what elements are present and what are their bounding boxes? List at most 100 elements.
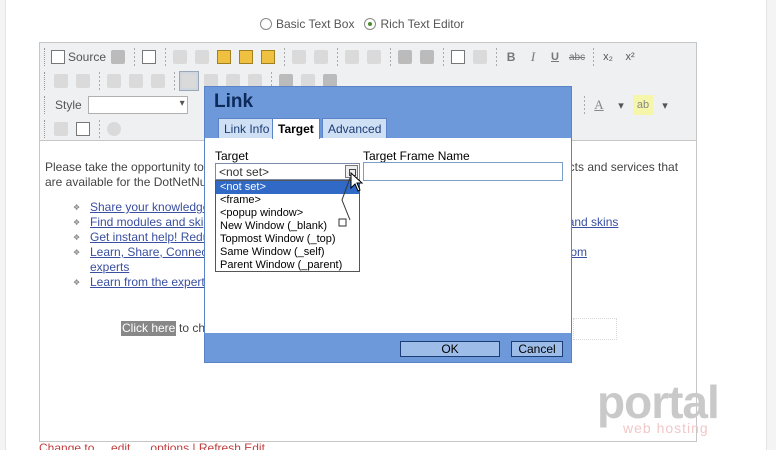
ok-button[interactable]: OK <box>400 341 500 357</box>
toolbar-separator <box>337 48 339 66</box>
dropdown-option[interactable]: Topmost Window (_top) <box>216 233 359 246</box>
paste-word-button[interactable] <box>258 47 278 67</box>
source-icon <box>51 50 65 64</box>
about-button[interactable] <box>104 119 124 139</box>
paste-text-button[interactable] <box>236 47 256 67</box>
dropdown-option[interactable]: Parent Window (_parent) <box>216 259 359 272</box>
print-button[interactable] <box>289 47 309 67</box>
quote-icon <box>151 74 165 88</box>
tab-link-info[interactable]: Link Info <box>218 118 276 138</box>
list-link[interactable]: Find modules and ski <box>90 215 203 229</box>
editor-options-links[interactable]: Change to ... edit .... options | Refres… <box>39 441 265 450</box>
undo-icon <box>345 50 360 64</box>
outdent-icon <box>107 74 121 88</box>
strikethrough-button[interactable]: abc <box>567 47 587 67</box>
click-here-link[interactable]: Click here <box>121 321 177 336</box>
redo-icon <box>367 50 382 64</box>
toolbar-grip <box>44 72 47 90</box>
italic-button[interactable]: I <box>523 47 543 67</box>
toolbar-separator <box>99 72 100 90</box>
font-color-dropdown-icon[interactable]: ▾ <box>611 95 631 115</box>
dropdown-option[interactable]: Same Window (_self) <box>216 246 359 259</box>
find-icon <box>398 50 413 64</box>
cut-icon <box>173 50 188 64</box>
paste-word-icon <box>261 50 276 64</box>
list-link[interactable]: Get instant help! Redu <box>90 230 209 244</box>
watermark-tagline: web hosting <box>623 420 709 436</box>
numbered-list-button[interactable] <box>51 71 71 91</box>
target-frame-label: Target Frame Name <box>363 149 470 163</box>
basic-text-label[interactable]: Basic Text Box <box>276 17 354 31</box>
bulleted-list-button[interactable] <box>73 71 93 91</box>
tab-advanced[interactable]: Advanced <box>322 118 388 138</box>
spellcheck-button[interactable] <box>311 47 331 67</box>
superscript-button[interactable]: x² <box>620 47 640 67</box>
rich-text-radio[interactable] <box>364 18 377 30</box>
rich-text-label[interactable]: Rich Text Editor <box>380 17 464 31</box>
style-select[interactable] <box>87 96 188 114</box>
underline-button[interactable]: U <box>545 47 565 67</box>
find-button[interactable] <box>395 47 415 67</box>
basic-text-radio[interactable] <box>260 18 272 30</box>
font-color-button[interactable]: A <box>589 95 609 115</box>
link-dialog: Link Link Info Target Advanced Target Ta… <box>204 86 572 363</box>
align-left-icon <box>182 74 196 88</box>
undo-button[interactable] <box>342 47 362 67</box>
templates-button[interactable] <box>139 47 159 67</box>
replace-button[interactable] <box>417 47 437 67</box>
cut-button[interactable] <box>170 47 190 67</box>
intro-text-end: ucts and services that <box>562 160 679 174</box>
maximize-button[interactable] <box>51 119 71 139</box>
paste-button[interactable] <box>214 47 234 67</box>
toolbar-row-4 <box>44 117 126 141</box>
bulleted-list-icon <box>76 74 90 88</box>
watermark-brand: portal <box>597 376 720 428</box>
background-color-dropdown-icon[interactable]: ▾ <box>655 95 675 115</box>
toolbar-separator <box>390 48 392 66</box>
source-button[interactable]: Source <box>51 47 106 67</box>
target-frame-input[interactable] <box>363 162 563 181</box>
outdent-button[interactable] <box>104 71 124 91</box>
portal-watermark: portal web hosting <box>597 376 747 442</box>
select-all-button[interactable] <box>448 47 468 67</box>
background-color-button[interactable]: ab <box>633 95 653 115</box>
list-link[interactable]: experts <box>90 260 129 274</box>
list-link[interactable]: Learn from the experts <box>90 275 211 289</box>
align-left-button[interactable] <box>179 71 199 91</box>
spellcheck-icon <box>314 50 329 64</box>
replace-icon <box>420 50 435 64</box>
toolbar-separator <box>584 96 585 114</box>
numbered-list-icon <box>54 74 68 88</box>
preview-button[interactable] <box>108 47 128 67</box>
toolbar-separator <box>443 48 445 66</box>
toolbar-grip <box>44 120 47 138</box>
blockquote-button[interactable] <box>148 71 168 91</box>
preview-icon <box>111 50 126 64</box>
redo-button[interactable] <box>364 47 384 67</box>
style-label: Style <box>55 98 82 112</box>
show-blocks-button[interactable] <box>73 119 93 139</box>
toolbar-separator <box>496 48 498 66</box>
cancel-button[interactable]: Cancel <box>511 341 563 357</box>
bold-button[interactable]: B <box>501 47 521 67</box>
help-icon <box>107 122 121 136</box>
list-link[interactable]: Share your knowledge <box>90 200 209 214</box>
eraser-icon <box>473 50 488 64</box>
remove-format-button[interactable] <box>470 47 490 67</box>
toolbar-grip <box>44 48 47 66</box>
placeholder-box <box>573 318 617 340</box>
paste-icon <box>217 50 232 64</box>
copy-button[interactable] <box>192 47 212 67</box>
select-all-icon <box>451 50 466 64</box>
indent-button[interactable] <box>126 71 146 91</box>
intro-text-line2: are available for the DotNetNu <box>45 175 207 189</box>
maximize-icon <box>54 122 68 136</box>
target-select-value: <not set> <box>219 164 270 179</box>
source-label: Source <box>68 50 107 64</box>
tab-target[interactable]: Target <box>272 118 320 139</box>
toolbar-row-3: Style <box>44 93 188 117</box>
list-link[interactable]: Learn, Share, Connec <box>90 245 207 259</box>
toolbar-separator <box>165 48 167 66</box>
subscript-button[interactable]: x₂ <box>598 47 618 67</box>
toolbar-separator <box>99 120 100 138</box>
